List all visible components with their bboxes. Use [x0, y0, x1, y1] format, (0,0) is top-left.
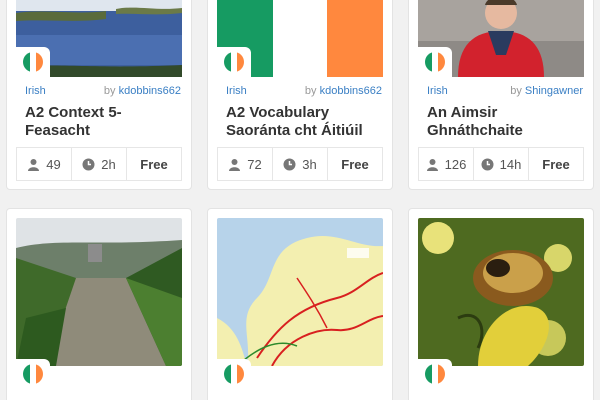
course-card[interactable]: [6, 208, 192, 400]
course-card[interactable]: Irish by Shingawner An Aimsir Ghnáthchai…: [408, 0, 594, 190]
time-value: 3h: [302, 156, 317, 172]
language-link[interactable]: Irish: [226, 85, 247, 97]
author-link[interactable]: kdobbins662: [320, 85, 382, 97]
irish-flag-icon: [217, 47, 251, 77]
person-icon: [28, 158, 40, 171]
course-image-map[interactable]: [217, 218, 383, 366]
language-link[interactable]: Irish: [427, 85, 448, 97]
course-card[interactable]: [408, 208, 594, 400]
time-value: 14h: [499, 156, 522, 172]
course-card[interactable]: Irish by kdobbins662 A2 Context 5- Feasa…: [6, 0, 192, 190]
irish-flag-icon: [217, 359, 251, 389]
course-stats: 49 2h Free: [16, 147, 182, 181]
irish-flag-icon: [16, 47, 50, 77]
author-link[interactable]: kdobbins662: [119, 85, 181, 97]
course-stats: 72 3h Free: [217, 147, 383, 181]
learners-count: 126: [444, 156, 467, 172]
language-link[interactable]: Irish: [25, 85, 46, 97]
author-credit: by kdobbins662: [103, 85, 181, 97]
irish-flag-icon: [16, 359, 50, 389]
person-icon: [426, 158, 438, 171]
price-label: Free: [140, 156, 168, 172]
time-stat: 2h: [72, 148, 127, 180]
price-label: Free: [341, 156, 369, 172]
course-title[interactable]: An Aimsir Ghnáthchaite: [427, 104, 583, 140]
course-image-garden[interactable]: [16, 218, 182, 366]
author-credit: by kdobbins662: [304, 85, 382, 97]
clock-icon: [283, 158, 296, 170]
course-stats: 126 14h Free: [418, 147, 584, 181]
course-image-bee[interactable]: [418, 218, 584, 366]
course-title[interactable]: A2 Context 5- Feasacht: [25, 104, 181, 140]
learners-count: 49: [46, 156, 61, 172]
clock-icon: [481, 158, 494, 170]
clock-icon: [82, 158, 95, 170]
time-stat: 3h: [273, 148, 328, 180]
course-card[interactable]: [207, 208, 393, 400]
learners-count: 72: [247, 156, 262, 172]
price-label: Free: [542, 156, 570, 172]
learners-stat: 72: [218, 148, 273, 180]
course-card[interactable]: Irish by kdobbins662 A2 Vocabulary Saorá…: [207, 0, 393, 190]
time-stat: 14h: [474, 148, 529, 180]
learners-stat: 49: [17, 148, 72, 180]
author-link[interactable]: Shingawner: [525, 85, 583, 97]
irish-flag-icon: [418, 47, 452, 77]
time-value: 2h: [101, 156, 116, 172]
learners-stat: 126: [419, 148, 474, 180]
course-title[interactable]: A2 Vocabulary Saoránta cht Áitiúil: [226, 104, 382, 140]
author-credit: by Shingawner: [510, 85, 583, 97]
irish-flag-icon: [418, 359, 452, 389]
person-icon: [229, 158, 241, 171]
